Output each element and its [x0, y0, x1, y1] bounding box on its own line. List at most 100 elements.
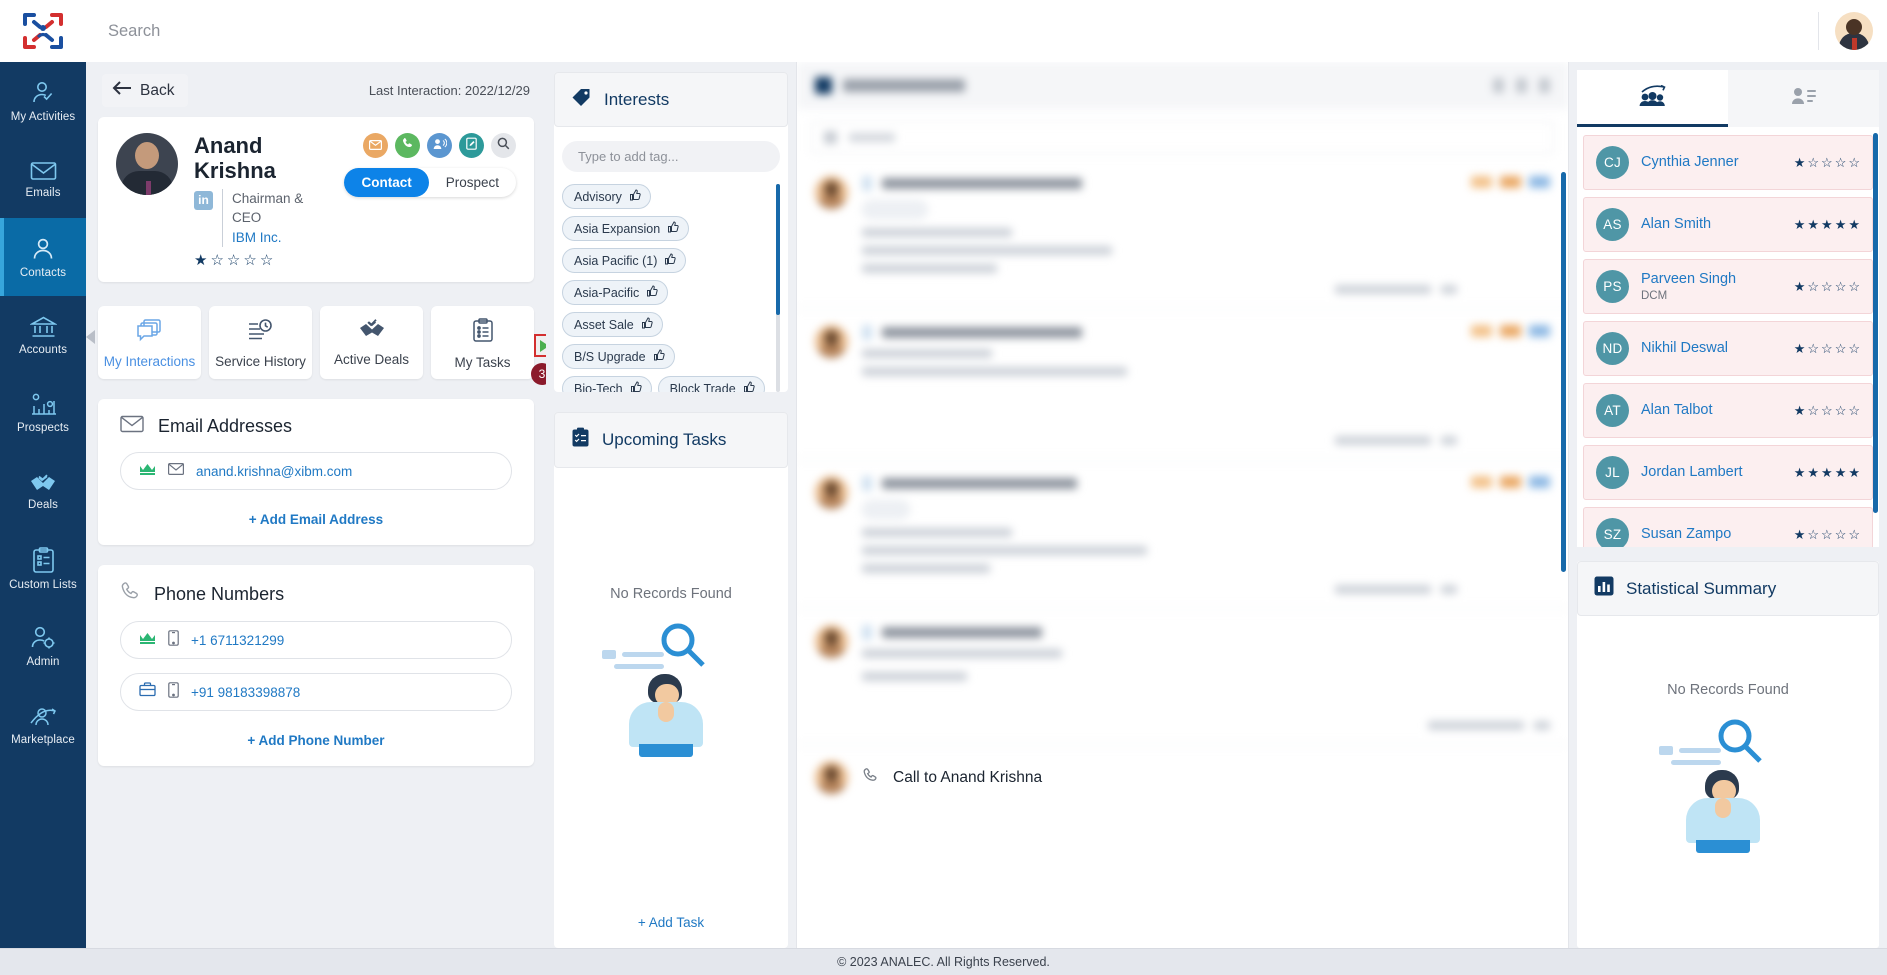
related-contacts-tab[interactable]	[1577, 70, 1728, 127]
header-icon-1[interactable]	[1493, 78, 1504, 93]
contact-segment-button[interactable]: Contact	[344, 168, 429, 197]
user-avatar[interactable]	[1835, 12, 1873, 50]
interaction-tag[interactable]	[1471, 325, 1492, 337]
header-icon-3[interactable]	[1539, 78, 1550, 93]
star-1[interactable]: ★	[194, 253, 207, 268]
tab-my-interactions[interactable]: My Interactions	[98, 306, 201, 380]
call-action-button[interactable]	[395, 133, 420, 158]
email-row[interactable]: anand.krishna@xibm.com	[120, 452, 512, 491]
list-item[interactable]: AS Alan Smith ★ ★ ★ ★ ★	[1583, 197, 1873, 252]
interest-tag[interactable]: Asia Pacific (1)	[562, 248, 687, 273]
interaction-row[interactable]	[797, 460, 1568, 609]
interest-tags-list[interactable]: Advisory Asia Expansion Asia Pacific (1)	[562, 184, 780, 392]
thumbs-up-icon[interactable]	[653, 349, 665, 364]
list-item[interactable]: PS Parveen Singh DCM ★ ☆ ☆ ☆ ☆	[1583, 259, 1873, 314]
sidebar-item-accounts[interactable]: Accounts	[0, 296, 86, 374]
star-5[interactable]: ☆	[260, 253, 273, 268]
interest-tag[interactable]: Bio-Tech	[562, 376, 652, 392]
interactions-search[interactable]	[811, 121, 1554, 154]
interaction-tag[interactable]	[1500, 176, 1521, 188]
interaction-tag[interactable]	[1471, 176, 1492, 188]
tab-active-deals[interactable]: Active Deals	[320, 306, 423, 380]
list-item[interactable]: SZ Susan Zampo ★ ☆ ☆ ☆ ☆	[1583, 507, 1873, 547]
sidebar-item-deals[interactable]: Deals	[0, 452, 86, 530]
contact-card-tab[interactable]	[1728, 70, 1879, 127]
add-email-link[interactable]: + Add Email Address	[120, 512, 512, 527]
sidebar-item-emails[interactable]: Emails	[0, 140, 86, 218]
interaction-row[interactable]	[797, 160, 1568, 309]
contact-name[interactable]: Susan Zampo	[1641, 526, 1782, 543]
related-list-scrollbar[interactable]	[1873, 133, 1878, 513]
interactions-scrollbar[interactable]	[1561, 172, 1566, 572]
contact-name[interactable]: Nikhil Deswal	[1641, 340, 1782, 357]
interaction-row[interactable]	[797, 309, 1568, 460]
contact-prospect-toggle[interactable]: Contact Prospect	[344, 168, 516, 197]
interaction-tag[interactable]	[1471, 476, 1492, 488]
thumbs-up-icon[interactable]	[667, 221, 679, 236]
thumbs-up-icon[interactable]	[743, 381, 755, 392]
thumbs-up-icon[interactable]	[630, 381, 642, 392]
thumbs-up-icon[interactable]	[641, 317, 653, 332]
sidebar-item-prospects[interactable]: Prospects	[0, 374, 86, 452]
related-contacts-list[interactable]: CJ Cynthia Jenner ★ ☆ ☆ ☆ ☆ AS Alan Smith ★ ★…	[1577, 127, 1879, 547]
linkedin-icon[interactable]: in	[194, 190, 213, 210]
thumbs-up-icon[interactable]	[646, 285, 658, 300]
list-item[interactable]: JL Jordan Lambert ★ ★ ★ ★ ★	[1583, 445, 1873, 500]
interest-tag[interactable]: Asia-Pacific	[562, 280, 669, 305]
list-item[interactable]: AT Alan Talbot ★ ☆ ☆ ☆ ☆	[1583, 383, 1873, 438]
interest-tag[interactable]: B/S Upgrade	[562, 344, 675, 369]
thumbs-up-icon[interactable]	[664, 253, 677, 268]
prospect-segment-button[interactable]: Prospect	[429, 168, 516, 197]
email-action-button[interactable]	[363, 133, 388, 158]
sidebar-item-marketplace[interactable]: Marketplace	[0, 686, 86, 764]
sidebar-item-contacts[interactable]: Contacts	[0, 218, 86, 296]
tabs-next-arrow-button[interactable]	[534, 334, 546, 358]
analec-logo[interactable]	[0, 0, 86, 62]
list-item[interactable]: CJ Cynthia Jenner ★ ☆ ☆ ☆ ☆	[1583, 135, 1873, 190]
interaction-row-last[interactable]: Call to Anand Krishna	[797, 745, 1568, 810]
meeting-action-button[interactable]	[427, 133, 452, 158]
contact-company[interactable]: IBM Inc.	[232, 228, 328, 248]
interaction-tag[interactable]	[1500, 476, 1521, 488]
contact-name[interactable]: Alan Talbot	[1641, 402, 1782, 419]
global-search[interactable]	[86, 0, 1818, 62]
tab-service-history[interactable]: Service History	[209, 306, 312, 380]
interaction-tag[interactable]	[1529, 476, 1550, 488]
star-4[interactable]: ☆	[243, 253, 256, 268]
interaction-tag[interactable]	[1529, 325, 1550, 337]
add-task-link[interactable]: + Add Task	[554, 903, 788, 948]
interest-tag[interactable]: Advisory	[562, 184, 651, 209]
back-button[interactable]: Back	[102, 74, 189, 107]
sidebar-item-my-activities[interactable]: My Activities	[0, 62, 86, 140]
search-input[interactable]	[108, 21, 1647, 41]
thumbs-up-icon[interactable]	[629, 189, 641, 204]
search-action-button[interactable]	[491, 133, 516, 158]
footer: © 2023 ANALEC. All Rights Reserved.	[0, 948, 1887, 975]
sidebar-item-admin[interactable]: Admin	[0, 608, 86, 686]
panel-collapse-arrow[interactable]	[86, 330, 95, 344]
star-3[interactable]: ☆	[227, 253, 240, 268]
header-icon-2[interactable]	[1516, 78, 1527, 93]
phone-row[interactable]: +1 6711321299	[120, 621, 512, 660]
contact-name[interactable]: Parveen Singh	[1641, 271, 1782, 288]
list-item[interactable]: ND Nikhil Deswal ★ ☆ ☆ ☆ ☆	[1583, 321, 1873, 376]
contact-rating[interactable]: ★ ☆ ☆ ☆ ☆	[194, 253, 328, 268]
interest-tag[interactable]: Asset Sale	[562, 312, 663, 337]
tag-input[interactable]	[562, 141, 780, 172]
interests-scrollbar[interactable]	[776, 184, 780, 392]
sidebar-item-custom-lists[interactable]: Custom Lists	[0, 530, 86, 608]
note-action-button[interactable]	[459, 133, 484, 158]
tab-my-tasks[interactable]: My Tasks	[431, 306, 534, 380]
interaction-tag[interactable]	[1500, 325, 1521, 337]
add-phone-link[interactable]: + Add Phone Number	[120, 733, 512, 748]
tag-label: Asia Pacific (1)	[574, 253, 658, 268]
contact-name[interactable]: Jordan Lambert	[1641, 464, 1782, 481]
contact-name[interactable]: Cynthia Jenner	[1641, 154, 1782, 171]
interest-tag[interactable]: Asia Expansion	[562, 216, 690, 241]
contact-name[interactable]: Alan Smith	[1641, 216, 1782, 233]
interaction-tag[interactable]	[1529, 176, 1550, 188]
interaction-row[interactable]	[797, 609, 1568, 745]
phone-row[interactable]: +91 98183398878	[120, 673, 512, 712]
interest-tag[interactable]: Block Trade	[657, 376, 765, 392]
star-2[interactable]: ☆	[210, 253, 223, 268]
